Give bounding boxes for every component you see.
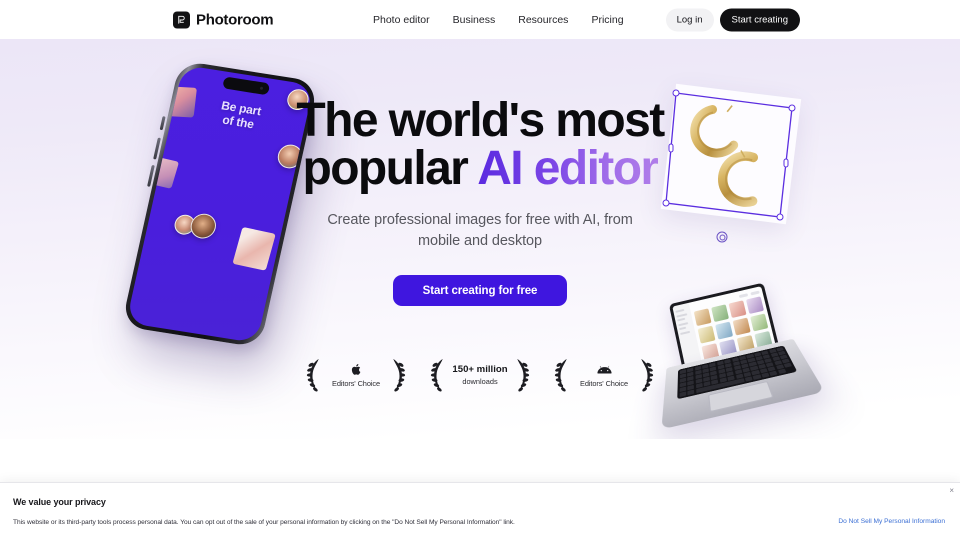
logo[interactable]: Photoroom <box>173 11 274 28</box>
headline-line-2-plain: popular <box>302 142 478 195</box>
awards-row: Editors' Choice 150+ million downloads E… <box>0 357 960 393</box>
header-actions: Log in Start creating <box>665 8 800 31</box>
page-title: The world's most popular AI editor <box>296 94 665 195</box>
laurel-right-icon <box>641 358 654 392</box>
award-label: Editors' Choice <box>332 379 380 388</box>
award-downloads-label: downloads <box>462 377 498 386</box>
site-header: Photoroom Photo editor Business Resource… <box>0 0 960 39</box>
award-badge-apple-editors-choice: Editors' Choice <box>306 357 406 393</box>
photoroom-logo-icon <box>173 11 190 28</box>
start-creating-button[interactable]: Start creating <box>719 8 800 31</box>
start-creating-free-button[interactable]: Start creating for free <box>392 275 568 307</box>
award-badge-downloads: 150+ million downloads <box>430 357 530 393</box>
nav-item-photo-editor[interactable]: Photo editor <box>373 14 430 26</box>
laurel-right-icon <box>393 358 406 392</box>
logo-text: Photoroom <box>196 11 274 28</box>
close-icon[interactable]: × <box>949 487 954 495</box>
laurel-left-icon <box>430 358 443 392</box>
headline-accent: AI editor <box>477 142 659 195</box>
laurel-right-icon <box>517 358 530 392</box>
android-icon <box>596 362 612 377</box>
award-badge-android-editors-choice: Editors' Choice <box>554 357 654 393</box>
main-nav: Photo editor Business Resources Pricing <box>373 14 624 26</box>
nav-item-pricing[interactable]: Pricing <box>591 14 623 26</box>
award-content: Editors' Choice <box>575 362 633 388</box>
cookie-banner-title: We value your privacy <box>13 497 106 507</box>
headline-line-1: The world's most <box>296 94 665 147</box>
laurel-left-icon <box>306 358 319 392</box>
do-not-sell-link[interactable]: Do Not Sell My Personal Information <box>838 518 945 525</box>
award-downloads-count: 150+ million <box>452 364 508 375</box>
award-content: 150+ million downloads <box>451 364 509 386</box>
award-content: Editors' Choice <box>327 362 385 388</box>
cookie-consent-banner: We value your privacy This website or it… <box>0 482 960 540</box>
hero-section: Be part of the The world's most popular … <box>0 39 960 439</box>
hero-subtitle: Create professional images for free with… <box>327 212 633 250</box>
award-label: Editors' Choice <box>580 379 628 388</box>
apple-icon <box>351 362 362 377</box>
laurel-left-icon <box>554 358 567 392</box>
nav-item-business[interactable]: Business <box>453 14 496 26</box>
cookie-banner-body: This website or its third-party tools pr… <box>13 519 515 526</box>
login-button[interactable]: Log in <box>665 8 714 31</box>
nav-item-resources[interactable]: Resources <box>518 14 568 26</box>
